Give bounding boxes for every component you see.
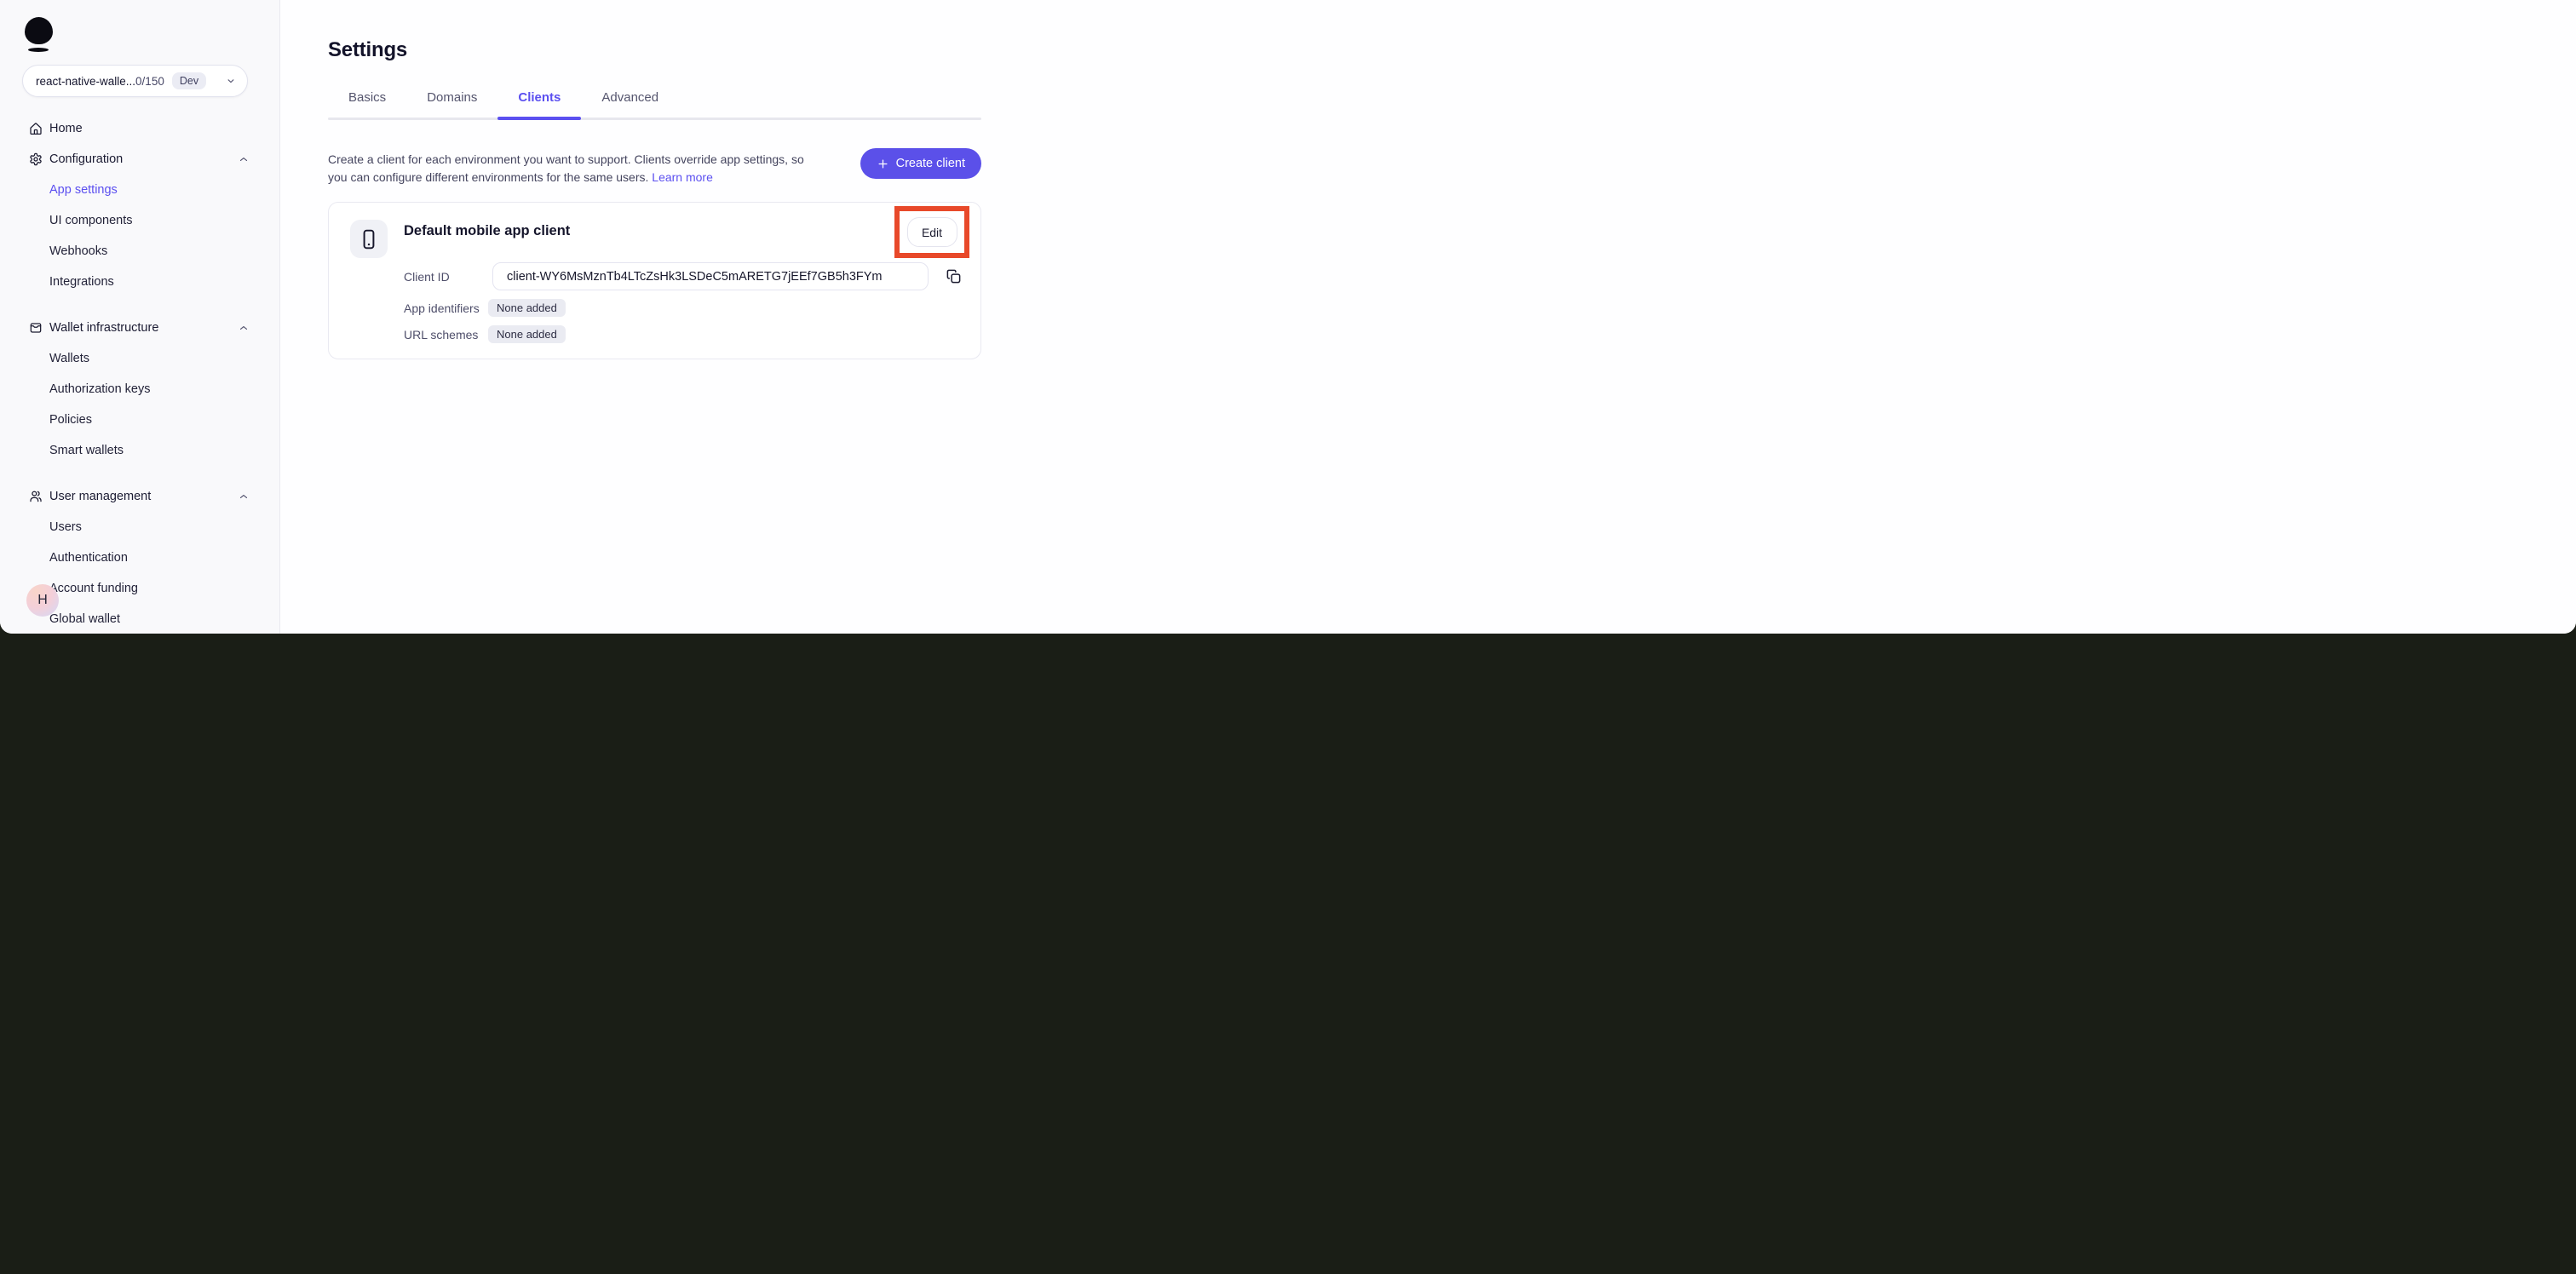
- sidebar-item-integrations[interactable]: Integrations: [0, 267, 279, 297]
- wallet-icon: [29, 321, 43, 336]
- sidebar-item-wallets[interactable]: Wallets: [0, 343, 279, 374]
- learn-more-link[interactable]: Learn more: [652, 170, 713, 184]
- mobile-client-icon-container: [350, 220, 388, 258]
- chevron-up-icon: [238, 491, 250, 502]
- nav-section-gap: [0, 297, 279, 313]
- sidebar-item-smart-wallets[interactable]: Smart wallets: [0, 435, 279, 466]
- tab-basics[interactable]: Basics: [328, 89, 406, 106]
- client-id-label: Client ID: [404, 270, 450, 284]
- phone-icon: [358, 228, 380, 250]
- chevron-up-icon: [238, 322, 250, 334]
- privy-logo: [25, 17, 53, 52]
- nav-section-gap: [0, 466, 279, 481]
- sidebar-item-webhooks[interactable]: Webhooks: [0, 236, 279, 267]
- user-avatar[interactable]: H: [26, 584, 59, 617]
- tab-underline-track: [328, 118, 981, 120]
- home-icon: [29, 122, 43, 136]
- annotation-highlight-box: Edit: [894, 206, 969, 258]
- tab-domains[interactable]: Domains: [406, 89, 497, 106]
- privy-logo-shadow: [28, 48, 49, 52]
- sidebar-item-ui-components[interactable]: UI components: [0, 205, 279, 236]
- sidebar-item-app-settings[interactable]: App settings: [0, 175, 279, 205]
- sidebar-nav: Home Configuration App settings UI compo…: [0, 113, 279, 634]
- privy-logo-egg: [25, 17, 53, 44]
- sidebar-item-authorization-keys[interactable]: Authorization keys: [0, 374, 279, 405]
- app-identifiers-value-badge: None added: [488, 299, 566, 317]
- sidebar-item-authentication[interactable]: Authentication: [0, 542, 279, 573]
- sidebar: react-native-walle... 0/150 Dev Home Con…: [0, 0, 280, 634]
- page-title: Settings: [328, 38, 408, 61]
- clients-intro-row: Create a client for each environment you…: [328, 148, 981, 186]
- project-switcher[interactable]: react-native-walle... 0/150 Dev: [22, 65, 248, 97]
- clients-description-line2: you can configure different environments…: [328, 169, 649, 184]
- settings-tabs: Basics Domains Clients Advanced: [328, 89, 2576, 120]
- sidebar-group-label: User management: [49, 490, 152, 503]
- copy-icon[interactable]: [946, 268, 963, 285]
- sidebar-group-wallet-infrastructure[interactable]: Wallet infrastructure: [0, 313, 279, 343]
- tab-advanced[interactable]: Advanced: [581, 89, 679, 106]
- create-client-button-label: Create client: [895, 157, 965, 170]
- sidebar-group-configuration[interactable]: Configuration: [0, 144, 279, 175]
- project-name: react-native-walle...: [36, 74, 136, 88]
- sidebar-item-users[interactable]: Users: [0, 512, 279, 542]
- plus-icon: [877, 158, 889, 170]
- url-schemes-value-badge: None added: [488, 325, 566, 343]
- app-identifiers-label: App identifiers: [404, 301, 480, 315]
- sidebar-group-label: Configuration: [49, 152, 124, 166]
- client-card: Default mobile app client Edit Client ID…: [328, 202, 981, 359]
- sidebar-item-home[interactable]: Home: [0, 113, 279, 144]
- main-content: Settings Basics Domains Clients Advanced…: [280, 0, 2576, 634]
- chevron-down-icon: [225, 75, 237, 87]
- sidebar-item-label: Home: [49, 122, 83, 135]
- client-id-input[interactable]: client-WY6MsMznTb4LTcZsHk3LSDeC5mARETG7j…: [492, 262, 929, 290]
- sidebar-group-user-management[interactable]: User management: [0, 481, 279, 512]
- project-usage: 0/150: [135, 74, 164, 88]
- sidebar-group-label: Wallet infrastructure: [49, 321, 159, 335]
- url-schemes-label: URL schemes: [404, 328, 479, 341]
- gear-icon: [29, 152, 43, 167]
- app-window: react-native-walle... 0/150 Dev Home Con…: [0, 0, 2576, 634]
- sidebar-item-policies[interactable]: Policies: [0, 405, 279, 435]
- client-card-title: Default mobile app client: [404, 223, 571, 238]
- tab-clients[interactable]: Clients: [497, 89, 582, 120]
- clients-description-line1: Create a client for each environment you…: [328, 152, 804, 166]
- environment-badge: Dev: [171, 72, 207, 89]
- edit-client-button[interactable]: Edit: [906, 217, 957, 247]
- create-client-button[interactable]: Create client: [860, 148, 981, 179]
- chevron-up-icon: [238, 153, 250, 165]
- users-icon: [29, 490, 43, 504]
